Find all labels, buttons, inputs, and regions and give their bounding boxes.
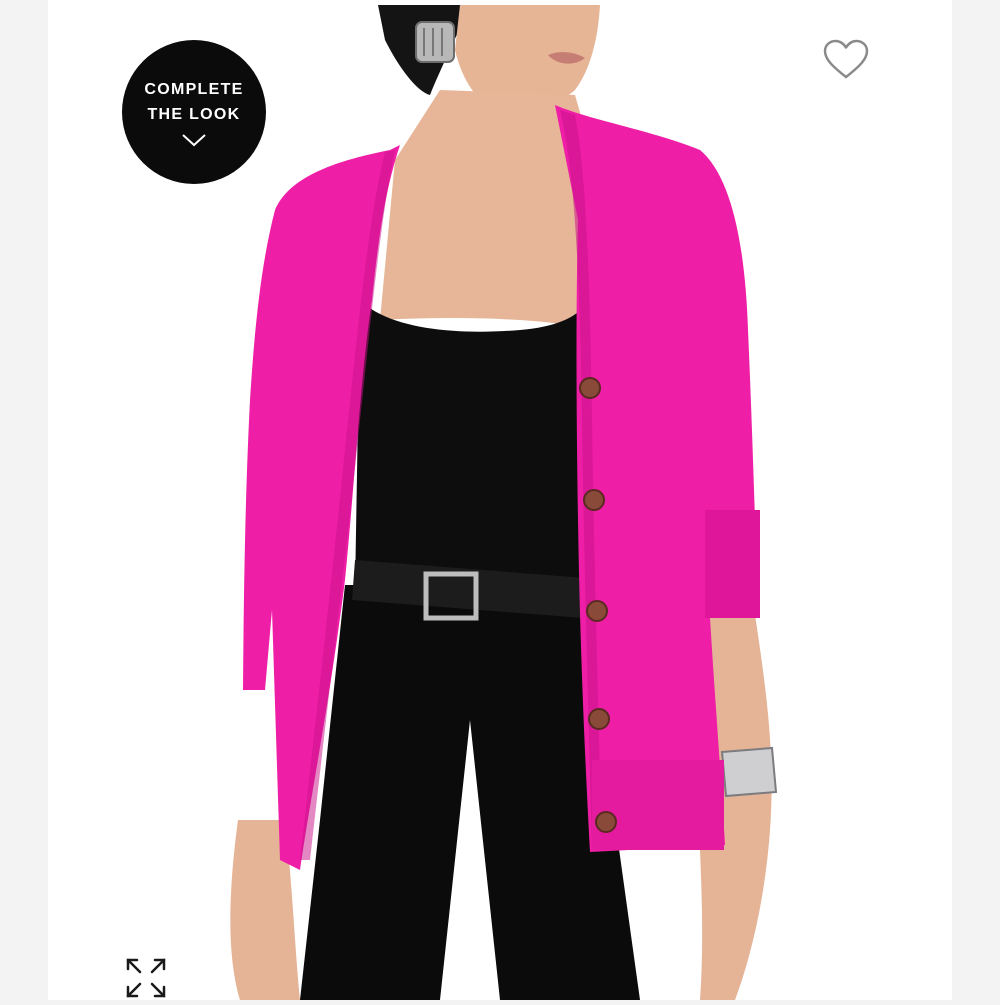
bracelet [720,746,778,798]
hem-rib [592,760,724,850]
neck-chest [380,90,590,330]
expand-image-button[interactable] [124,956,168,1000]
expand-arrows-icon [126,958,166,998]
right-cuff [705,510,760,618]
favorite-button[interactable] [822,38,870,80]
chevron-down-icon [182,134,206,147]
badge-line-1: COMPLETE [144,81,244,98]
complete-the-look-button[interactable]: COMPLETE THE LOOK [122,40,266,184]
heart-outline-icon [823,39,869,79]
badge-line-2: THE LOOK [147,106,241,123]
black-tank [355,300,585,590]
earring [415,21,455,63]
